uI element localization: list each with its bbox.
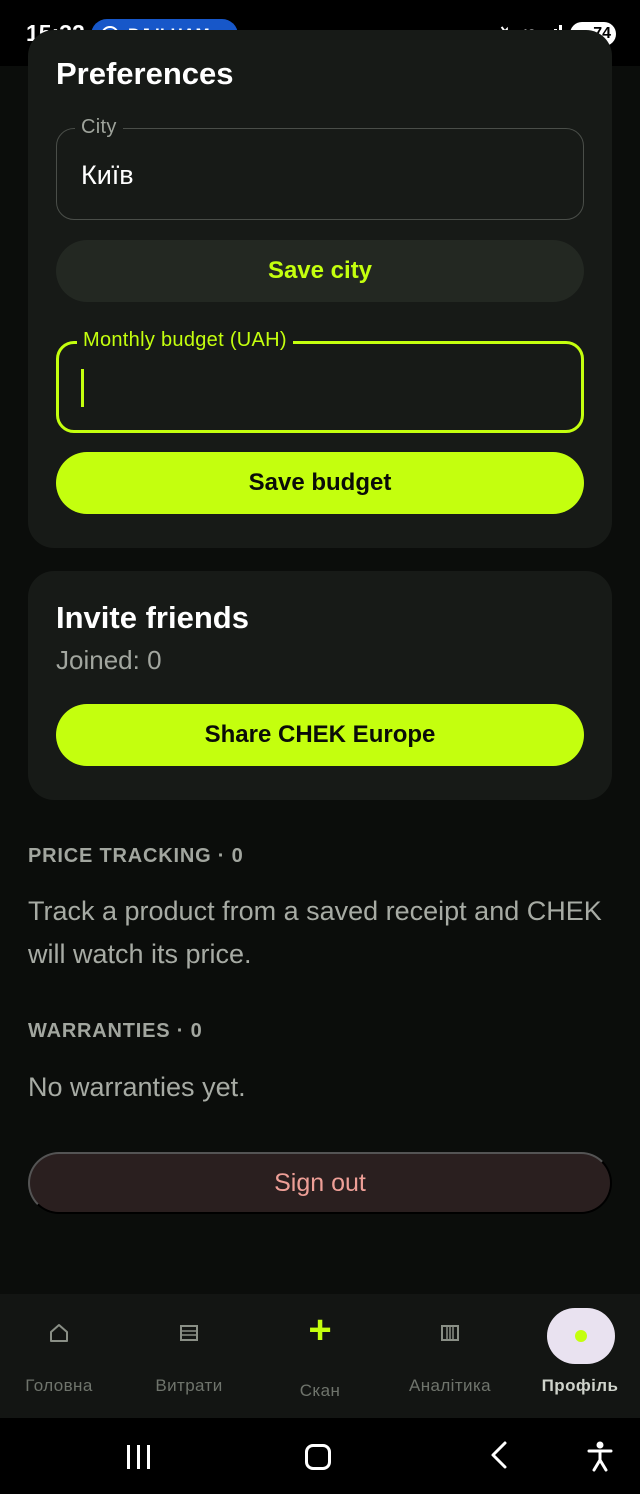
list-icon: [125, 1322, 253, 1351]
preferences-title: Preferences: [56, 56, 234, 91]
back-icon[interactable]: [490, 1440, 508, 1476]
warranties-text: No warranties yet.: [28, 1072, 246, 1102]
price-tracking-text: Track a product from a saved receipt and…: [28, 896, 602, 969]
plus-icon: +: [308, 1308, 332, 1352]
nav-item-scan[interactable]: + Скан: [256, 1294, 384, 1418]
city-input[interactable]: [81, 157, 563, 193]
joined-count: Joined: 0: [56, 645, 162, 675]
price-tracking-heading: PRICE TRACKING · 0: [28, 845, 244, 867]
nav-item-expenses[interactable]: Витрати: [125, 1294, 253, 1418]
nav-label-expenses: Витрати: [155, 1376, 223, 1395]
accessibility-icon[interactable]: [586, 1440, 614, 1472]
city-field-label: City: [75, 116, 123, 139]
share-button[interactable]: Share CHEK Europe: [56, 704, 584, 766]
bottom-nav: Головна Витрати + Скан Аналітика Профіль: [0, 1294, 640, 1418]
chart-icon: [386, 1322, 514, 1351]
nav-label-home: Головна: [25, 1376, 93, 1395]
sign-out-button[interactable]: Sign out: [28, 1152, 612, 1214]
system-nav-bar: [0, 1418, 640, 1494]
nav-label-scan: Скан: [299, 1381, 341, 1400]
nav-label-profile: Профіль: [541, 1376, 619, 1395]
warranties-heading: WARRANTIES · 0: [28, 1020, 203, 1042]
monthly-budget-field[interactable]: Monthly budget (UAH): [56, 329, 584, 433]
budget-field-label: Monthly budget (UAH): [77, 329, 293, 352]
home-icon: [0, 1322, 123, 1351]
recents-icon[interactable]: [127, 1445, 150, 1469]
nav-item-profile[interactable]: Профіль: [516, 1294, 640, 1418]
home-button-icon[interactable]: [305, 1444, 331, 1470]
save-budget-button[interactable]: Save budget: [56, 452, 584, 514]
city-field[interactable]: City: [56, 116, 584, 220]
nav-item-analytics[interactable]: Аналітика: [386, 1294, 514, 1418]
nav-item-home[interactable]: Головна: [0, 1294, 123, 1418]
save-city-button[interactable]: Save city: [56, 240, 584, 302]
invite-title: Invite friends: [56, 600, 249, 635]
budget-input[interactable]: [83, 372, 561, 408]
nav-label-analytics: Аналітика: [408, 1376, 492, 1395]
